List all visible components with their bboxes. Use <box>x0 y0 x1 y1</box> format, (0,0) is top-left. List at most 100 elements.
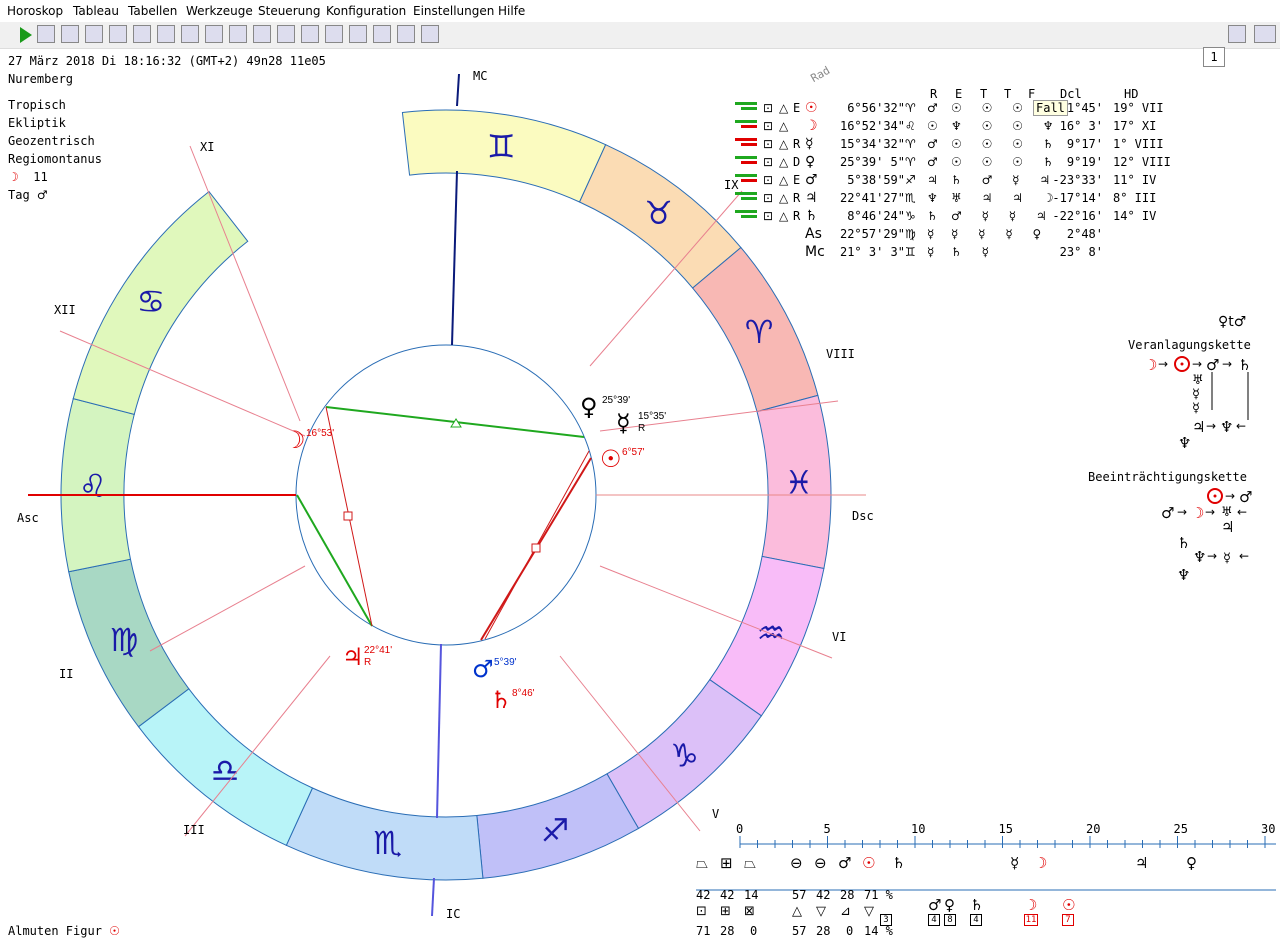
row1-v5: 28 <box>840 888 855 902</box>
planet-row[interactable]: As 22°57'29"♍ ☿ ☿ ☿ ☿ ♀ 2°48' <box>735 226 1185 242</box>
sign-glyph: ♏ <box>373 824 402 862</box>
bars-icon[interactable] <box>421 25 439 43</box>
row-position: 21° 3' 3" <box>839 245 905 259</box>
wheel-planet-degree: 6°57' <box>622 447 645 458</box>
moon-scale-icon: ☽ <box>1034 854 1048 872</box>
row-house: 14° IV <box>1113 209 1157 223</box>
row-sign: ♌ <box>905 119 916 133</box>
wheel-planet-glyph: ♄ <box>490 686 512 714</box>
qual-fix-icon: ⊖ <box>814 854 827 872</box>
menu-horoskop[interactable]: Horoskop <box>7 4 63 18</box>
dignity-bars <box>735 120 763 130</box>
svg-text:♄: ♄ <box>1238 356 1251 374</box>
planet-row[interactable]: ⊡ △ E ☉ 6°56'32"♈ ♂ ☉ ☉ ☉ ♄ 1°45' 19° VII <box>735 100 1185 116</box>
sign-glyph: ♋ <box>136 282 165 320</box>
box-v4: 7 <box>1062 914 1074 926</box>
menu-tableau[interactable]: Tableau <box>73 4 119 18</box>
wheel-planet-glyph: ♃ <box>342 643 364 671</box>
menu-konfiguration[interactable]: Konfiguration <box>326 4 406 18</box>
menu-werkzeuge[interactable]: Werkzeuge <box>186 4 253 18</box>
beeintr-title: Beeinträchtigungskette <box>1088 470 1247 484</box>
settings-icon[interactable] <box>349 25 367 43</box>
menu-tabellen[interactable]: Tabellen <box>128 4 177 18</box>
planet-row[interactable]: ⊡ △ R ♄ 8°46'24"♑ ♄ ♂ ☿ ☿ ♃-22°16' 14° IV <box>735 208 1185 224</box>
wheel-planet-degree: 5°39' <box>494 657 517 668</box>
menu-steuerung[interactable]: Steuerung <box>258 4 320 18</box>
row2-v2: 0 <box>750 924 758 938</box>
wheel-icon[interactable] <box>85 25 103 43</box>
planet-row[interactable]: ⊡ △ ☽ 16°52'34"♌ ☉ ♆ ☉ ☉ ♆16° 3' 17° XI <box>735 118 1185 134</box>
row-dignities: ☉ ☉ ☉ ♄ <box>951 137 1062 151</box>
chart-icon[interactable] <box>277 25 295 43</box>
row2-v5: 0 <box>846 924 854 938</box>
svg-text:♆: ♆ <box>1178 434 1191 452</box>
card-icon[interactable] <box>229 25 247 43</box>
svg-text:♆: ♆ <box>1220 418 1233 436</box>
wrench-icon[interactable] <box>373 25 391 43</box>
spin-button[interactable] <box>1228 25 1246 43</box>
row-dignities: ☿ ☿ ☿ ♀ <box>951 227 1050 241</box>
star-icon[interactable] <box>301 25 319 43</box>
planet-row[interactable]: ⊡ △ R ☿ 15°34'32"♈ ♂ ☉ ☉ ☉ ♄ 9°17' 1° VIII <box>735 136 1185 152</box>
wheel-planet-degree: 15°35' <box>638 411 666 422</box>
sign-glyph: ♊ <box>487 127 516 165</box>
svg-text:♃: ♃ <box>1192 418 1205 436</box>
aspect-icon: △ <box>779 137 789 151</box>
aspect-sextile <box>296 494 373 627</box>
planet-row[interactable]: ⊡ △ R ♃ 22°41'27"♏ ♆ ♅ ♃ ♃ ☽-17°14' 8° III <box>735 190 1185 206</box>
row-planet-glyph: ♃ <box>805 190 818 206</box>
row-ruler: ☿ <box>927 245 935 259</box>
svg-text:→: → <box>1177 505 1187 519</box>
grid-icon[interactable] <box>37 25 55 43</box>
col-r: R <box>930 87 938 101</box>
checkbox-icon: ⊡ <box>763 173 774 187</box>
svg-text:→: → <box>1225 489 1235 503</box>
menu-einstellungen[interactable]: Einstellungen <box>413 4 494 18</box>
row-dignities: ♂ ☿ ☿ ♃ <box>951 209 1055 223</box>
dignity-bars <box>735 192 763 202</box>
row-ruler: ☉ <box>927 119 938 133</box>
house-iii: III <box>183 823 205 837</box>
row-flag: R <box>793 137 801 151</box>
planet-icon[interactable] <box>109 25 127 43</box>
clock-icon[interactable] <box>325 25 343 43</box>
svg-text:→: → <box>1206 419 1216 433</box>
stars-icon[interactable] <box>133 25 151 43</box>
label-asc: Asc <box>17 511 39 525</box>
spin-input[interactable]: 1 <box>1203 47 1225 67</box>
planet-glyphs: ☽ 16°53'♀ 25°39'☿ 15°35'R☉ 6°57'♃ 22°41'R ♂ 5°3… <box>284 393 666 714</box>
tools-icon[interactable] <box>205 25 223 43</box>
row-sign: ♍ <box>905 227 916 241</box>
row1-v4: 42 <box>816 888 831 902</box>
menu-hilfe[interactable]: Hilfe <box>498 4 525 18</box>
svg-text:→: → <box>1158 357 1168 371</box>
person-icon[interactable] <box>397 25 415 43</box>
col-dcl: Dcl <box>1060 87 1082 101</box>
venus-scale-icon: ♀ <box>1186 854 1197 872</box>
row-ruler: ♂ <box>927 155 938 169</box>
row-sign: ♊ <box>905 245 916 259</box>
row-ruler: ♂ <box>927 101 938 115</box>
house-cusp-line <box>189 145 301 422</box>
print-icon[interactable] <box>181 25 199 43</box>
row-dignities: ♄ ☿ <box>951 245 997 259</box>
sun-box-icon: ☉ <box>1062 896 1076 914</box>
row-ruler: ♂ <box>927 137 938 151</box>
table-icon[interactable] <box>253 25 271 43</box>
image-icon[interactable] <box>157 25 175 43</box>
col-f: F <box>1028 87 1036 101</box>
dignity-bars <box>735 138 763 148</box>
exit-icon[interactable] <box>1254 25 1276 43</box>
svg-text:→: → <box>1205 505 1215 519</box>
row-ruler: ♄ <box>927 209 938 223</box>
dignity-bars <box>735 210 763 220</box>
row-position: 25°39' 5" <box>839 155 905 169</box>
checkbox-icon: ⊡ <box>763 209 774 223</box>
globe-icon[interactable] <box>61 25 79 43</box>
planet-row[interactable]: ⊡ △ D ♀ 25°39' 5"♈ ♂ ☉ ☉ ☉ ♄ 9°19' 12° VIII <box>735 154 1185 170</box>
row-declination: -23°33' <box>1052 173 1103 187</box>
planet-row[interactable]: Mc 21° 3' 3"♊ ☿ ♄ ☿ 23° 8' <box>735 244 1185 260</box>
svg-text:♄: ♄ <box>1177 534 1190 552</box>
play-icon[interactable] <box>20 27 32 43</box>
planet-row[interactable]: ⊡ △ E ♂ 5°38'59"♐ ♃ ♄ ♂ ☿ ♃-23°33' 11° IV <box>735 172 1185 188</box>
